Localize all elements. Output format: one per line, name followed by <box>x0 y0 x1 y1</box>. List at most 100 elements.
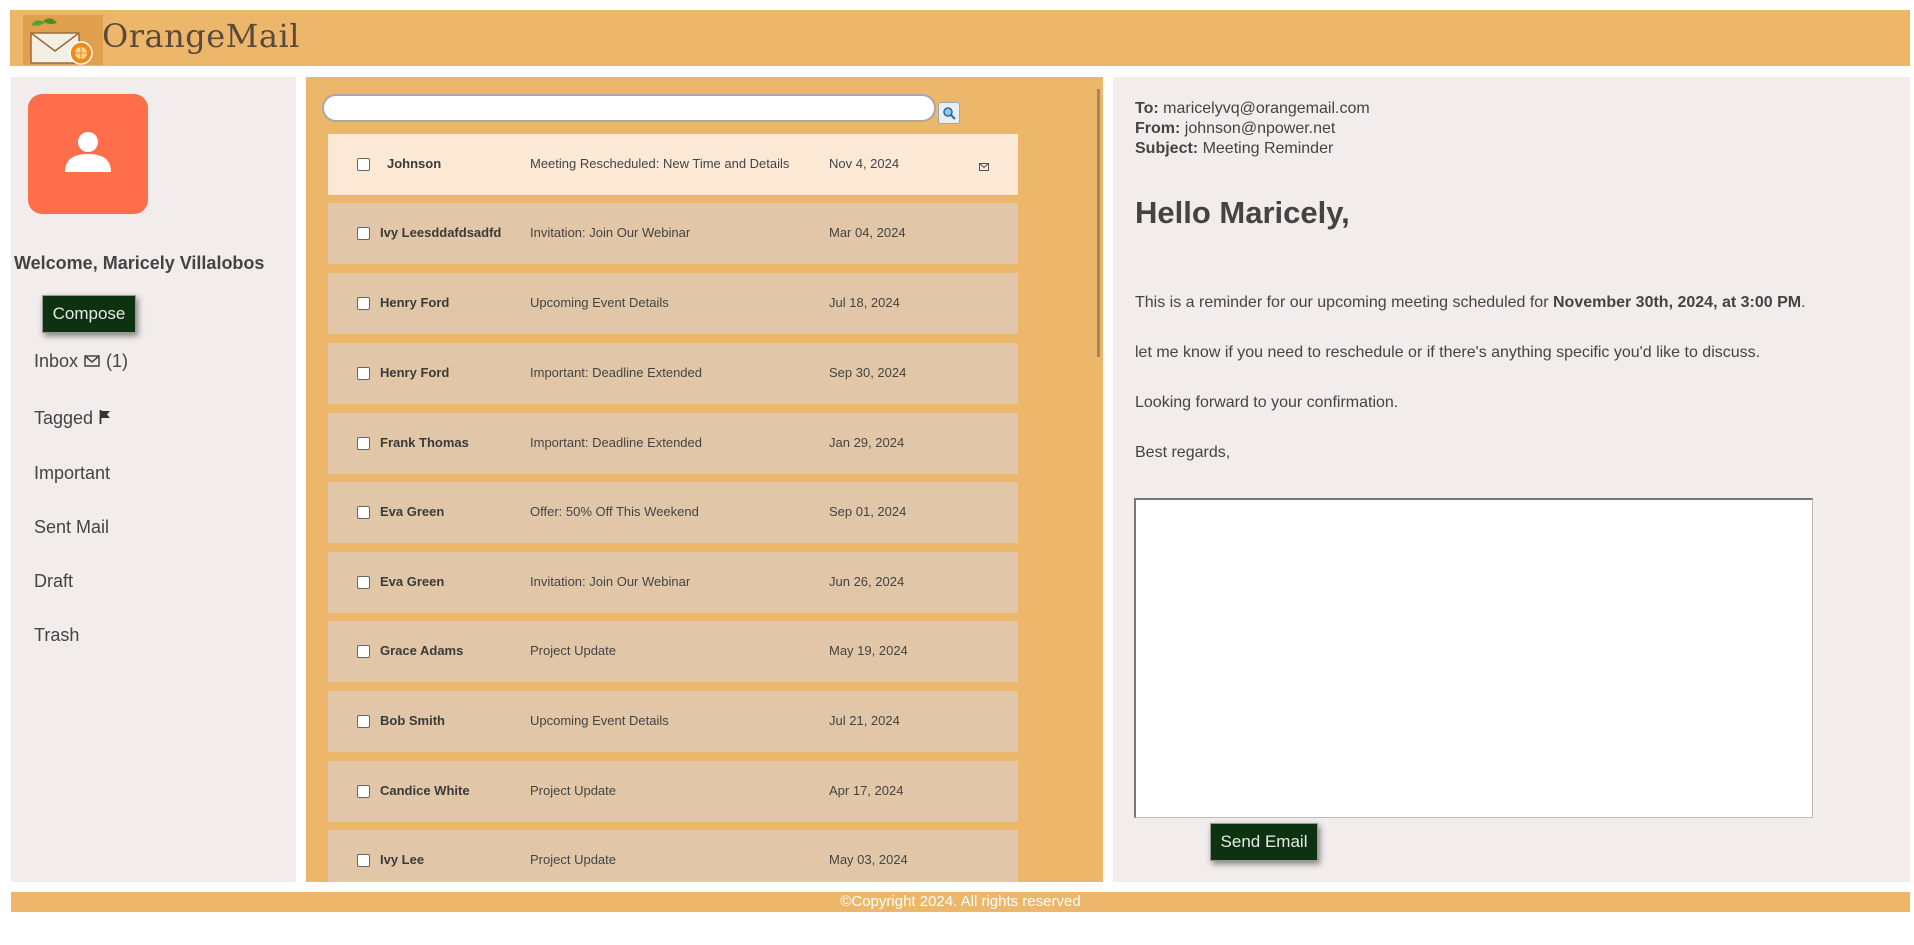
message-paragraph: Best regards, <box>1135 444 1231 461</box>
sidebar-item-trash[interactable]: Trash <box>34 625 79 646</box>
message-subject-text: Meeting Reminder <box>1202 140 1334 157</box>
email-row[interactable]: Henry Ford Upcoming Event Details Jul 18… <box>328 273 1018 334</box>
email-sender: Candice White <box>380 783 470 798</box>
email-subject: Invitation: Join Our Webinar <box>530 574 691 589</box>
email-checkbox[interactable] <box>357 576 370 589</box>
email-row[interactable]: Johnson Meeting Rescheduled: New Time an… <box>328 134 1018 195</box>
sidebar-item-label: Draft <box>34 571 74 591</box>
sidebar: Welcome, Maricely Villalobos Compose Inb… <box>11 77 296 882</box>
email-date: Apr 17, 2024 <box>829 783 904 798</box>
avatar[interactable] <box>28 94 148 214</box>
email-row[interactable]: Bob Smith Upcoming Event Details Jul 21,… <box>328 691 1018 752</box>
email-row[interactable]: Frank Thomas Important: Deadline Extende… <box>328 413 1018 474</box>
email-subject: Offer: 50% Off This Weekend <box>530 504 699 519</box>
email-row[interactable]: Grace Adams Project Update May 19, 2024 <box>328 621 1018 682</box>
reading-pane: To: maricelyvq@orangemail.com From: john… <box>1113 77 1910 882</box>
sidebar-item-label: Sent Mail <box>34 517 110 537</box>
sidebar-item-label: Trash <box>34 625 80 645</box>
message-subject: Subject: Meeting Reminder <box>1135 140 1333 158</box>
message-to: To: maricelyvq@orangemail.com <box>1135 100 1370 118</box>
email-subject: Upcoming Event Details <box>530 295 669 310</box>
search-button[interactable] <box>938 102 960 124</box>
email-row[interactable]: Ivy Leesddafdsadfd Invitation: Join Our … <box>328 203 1018 264</box>
email-list-panel: Johnson Meeting Rescheduled: New Time an… <box>306 77 1103 882</box>
email-checkbox[interactable] <box>357 715 370 728</box>
email-row[interactable]: Eva Green Offer: 50% Off This Weekend Se… <box>328 482 1018 543</box>
email-row[interactable]: Henry Ford Important: Deadline Extended … <box>328 343 1018 404</box>
email-checkbox[interactable] <box>357 645 370 658</box>
email-date: Jul 21, 2024 <box>829 713 900 728</box>
welcome-text: Welcome, Maricely Villalobos <box>14 253 265 273</box>
email-checkbox[interactable] <box>357 367 370 380</box>
email-subject: Upcoming Event Details <box>530 713 669 728</box>
email-subject: Project Update <box>530 783 616 798</box>
email-date: Sep 01, 2024 <box>829 504 907 519</box>
sidebar-item-sent-mail[interactable]: Sent Mail <box>34 517 109 538</box>
email-checkbox[interactable] <box>357 785 370 798</box>
message-paragraph: This is a reminder for our upcoming meet… <box>1135 294 1806 312</box>
email-sender: Grace Adams <box>380 643 464 658</box>
email-date: May 19, 2024 <box>829 643 908 658</box>
message-from-label: From: <box>1135 120 1181 137</box>
email-checkbox[interactable] <box>357 227 370 240</box>
email-sender: Eva Green <box>380 504 445 519</box>
email-checkbox[interactable] <box>357 506 370 519</box>
envelope-icon <box>84 351 100 372</box>
send-email-button[interactable]: Send Email <box>1210 823 1318 861</box>
sidebar-item-tagged[interactable]: Tagged <box>34 408 117 429</box>
reply-textarea[interactable] <box>1134 498 1813 818</box>
message-text: . <box>1801 294 1806 311</box>
email-checkbox[interactable] <box>357 297 370 310</box>
email-subject: Project Update <box>530 643 616 658</box>
message-from: From: johnson@npower.net <box>1135 120 1335 138</box>
sidebar-item-inbox[interactable]: Inbox (1) <box>34 351 128 372</box>
email-sender: Ivy Lee <box>380 852 425 867</box>
message-paragraph: let me know if you need to reschedule or… <box>1135 344 1761 361</box>
compose-button[interactable]: Compose <box>42 295 136 333</box>
email-date: Jan 29, 2024 <box>829 435 905 450</box>
message-subject-label: Subject: <box>1135 140 1199 157</box>
email-checkbox[interactable] <box>357 854 370 867</box>
flag-icon <box>99 408 111 429</box>
message-text: This is a reminder for our upcoming meet… <box>1135 294 1553 311</box>
email-subject: Important: Deadline Extended <box>530 435 702 450</box>
brand-name: OrangeMail <box>102 17 300 55</box>
message-greeting: Hello Maricely, <box>1135 195 1350 230</box>
email-date: Nov 4, 2024 <box>829 156 900 171</box>
email-date: Sep 30, 2024 <box>829 365 907 380</box>
email-date: May 03, 2024 <box>829 852 908 867</box>
email-row[interactable]: Candice White Project Update Apr 17, 202… <box>328 761 1018 822</box>
email-sender: Eva Green <box>380 574 445 589</box>
email-checkbox[interactable] <box>357 158 370 171</box>
email-date: Mar 04, 2024 <box>829 225 906 240</box>
email-date: Jun 26, 2024 <box>829 574 905 589</box>
sidebar-item-draft[interactable]: Draft <box>34 571 73 592</box>
sidebar-item-label: Inbox <box>34 351 79 371</box>
email-sender: Frank Thomas <box>380 435 469 450</box>
list-scrollbar[interactable] <box>1097 89 1100 357</box>
email-sender: Henry Ford <box>380 365 450 380</box>
email-sender: Henry Ford <box>380 295 450 310</box>
email-subject: Project Update <box>530 852 616 867</box>
sidebar-item-label: Important <box>34 463 111 483</box>
meeting-datetime: November 30th, 2024, at 3:00 PM <box>1552 294 1802 311</box>
inbox-unread-count: (1) <box>106 351 129 371</box>
email-row[interactable]: Eva Green Invitation: Join Our Webinar J… <box>328 552 1018 613</box>
orangemail-logo-icon[interactable] <box>23 15 103 65</box>
message-to-address: maricelyvq@orangemail.com <box>1163 100 1370 117</box>
email-sender: Bob Smith <box>380 713 445 728</box>
email-checkbox[interactable] <box>357 437 370 450</box>
footer: ©Copyright 2024. All rights reserved <box>11 892 1910 912</box>
app-header: OrangeMail <box>10 10 1910 66</box>
message-from-address: johnson@npower.net <box>1184 120 1336 137</box>
email-row[interactable]: Ivy Lee Project Update May 03, 2024 <box>328 830 1018 882</box>
email-date: Jul 18, 2024 <box>829 295 900 310</box>
search-input[interactable] <box>322 94 936 122</box>
email-subject: Invitation: Join Our Webinar <box>530 225 691 240</box>
message-paragraph: Looking forward to your confirmation. <box>1135 394 1399 411</box>
sidebar-item-label: Tagged <box>34 408 94 428</box>
email-sender: Ivy Leesddafdsadfd <box>380 225 502 240</box>
email-subject: Meeting Rescheduled: New Time and Detail… <box>530 156 790 171</box>
unread-envelope-icon <box>979 159 989 174</box>
sidebar-item-important[interactable]: Important <box>34 463 110 484</box>
